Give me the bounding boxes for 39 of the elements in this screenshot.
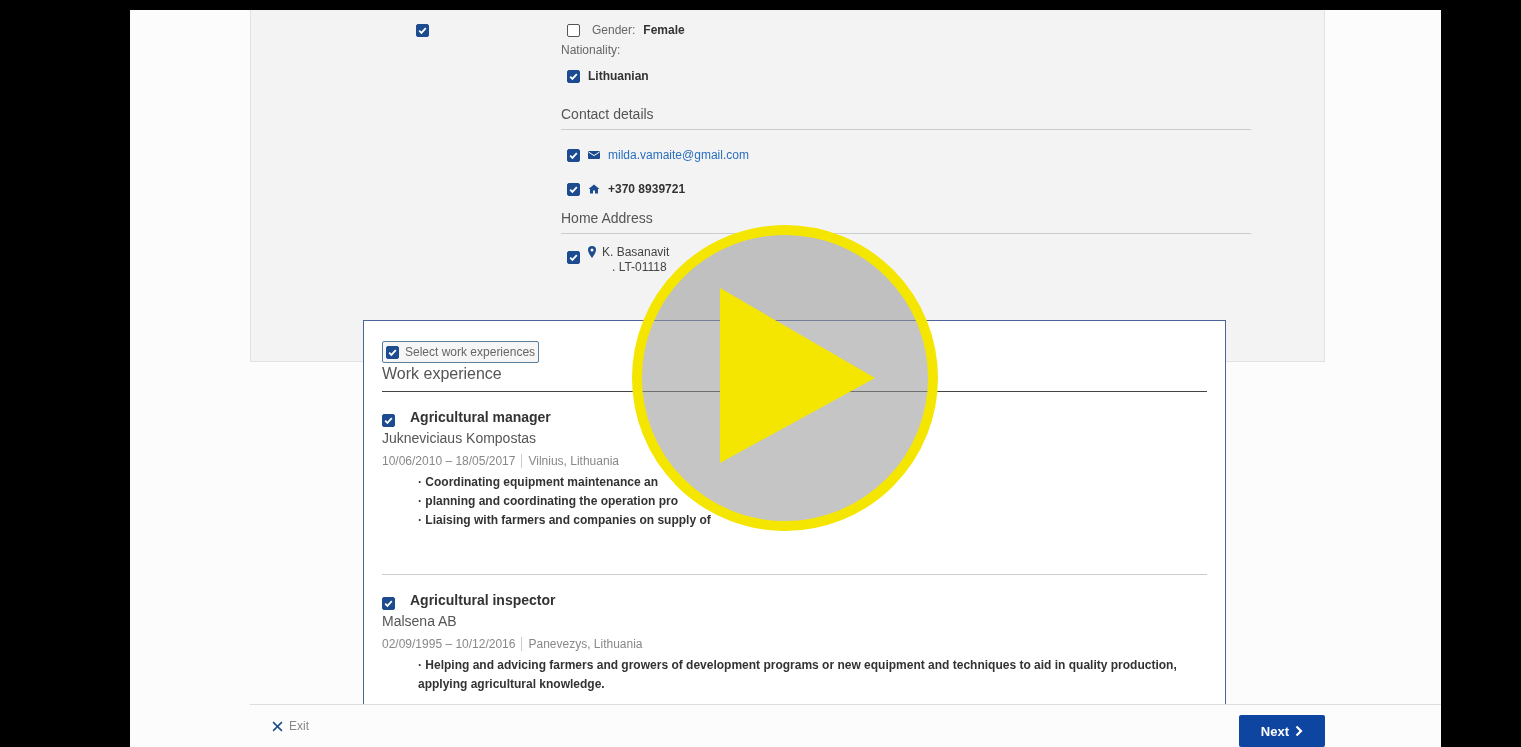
section-heading: Home Address	[561, 210, 654, 226]
job-duty: · Coordinating equipment maintenance an	[418, 474, 660, 491]
checkbox[interactable]	[382, 596, 395, 610]
job-title: Agricultural manager	[410, 409, 551, 425]
nationality-value: Lithuanian	[588, 69, 649, 83]
job-duty: · planning and coordinating the operation pro	[418, 493, 679, 510]
phone-number: +370 8939721	[608, 182, 686, 196]
nationality-label: Nationality:	[561, 43, 622, 57]
job-location: Vilnius, Lithuania	[528, 454, 619, 468]
home-icon	[588, 184, 600, 194]
section-heading: Contact details	[561, 106, 655, 122]
job-title: Agricultural inspector	[410, 592, 556, 608]
address-line: . LT-01118	[611, 260, 668, 275]
job-duty: · Helping and advicing farmers and growers of development programs or new equipment and techniques to aid in quality production, applying agricultural knowledge.	[418, 657, 1178, 693]
map-pin-icon	[588, 246, 596, 258]
checkbox[interactable]	[567, 23, 580, 37]
checkbox[interactable]	[567, 69, 580, 83]
gender-label: Gender:	[592, 23, 636, 37]
checkbox[interactable]	[382, 413, 395, 427]
select-work-experiences-checkbox[interactable]: Select work experiences	[382, 341, 540, 363]
close-icon	[272, 720, 283, 732]
job-location: Panevezys, Lithuania	[528, 637, 643, 651]
date-range: 10/06/2010 – 18/05/2017	[382, 454, 516, 468]
checkbox[interactable]	[567, 251, 580, 264]
checkbox[interactable]	[567, 148, 580, 162]
job-duty: · Liaising with farmers and companies on supply of	[418, 512, 712, 529]
work-experience-heading: Work experience	[382, 365, 503, 384]
envelope-icon	[588, 150, 600, 160]
checkbox[interactable]	[567, 182, 580, 196]
email-link[interactable]: milda.vamaite@gmail.com	[608, 148, 749, 162]
address-line: K. Basanavit	[602, 245, 670, 260]
checkbox[interactable]	[416, 24, 429, 37]
chevron-right-icon	[1295, 725, 1303, 737]
employer-name: Malsena AB	[382, 613, 458, 629]
employer-name: Jukneviciaus Kompostas	[382, 430, 538, 446]
gender-value: Female	[643, 23, 685, 37]
next-button[interactable]: Next	[1238, 715, 1325, 747]
exit-button[interactable]: Exit	[250, 719, 309, 733]
date-range: 02/09/1995 – 10/12/2016	[382, 637, 516, 651]
